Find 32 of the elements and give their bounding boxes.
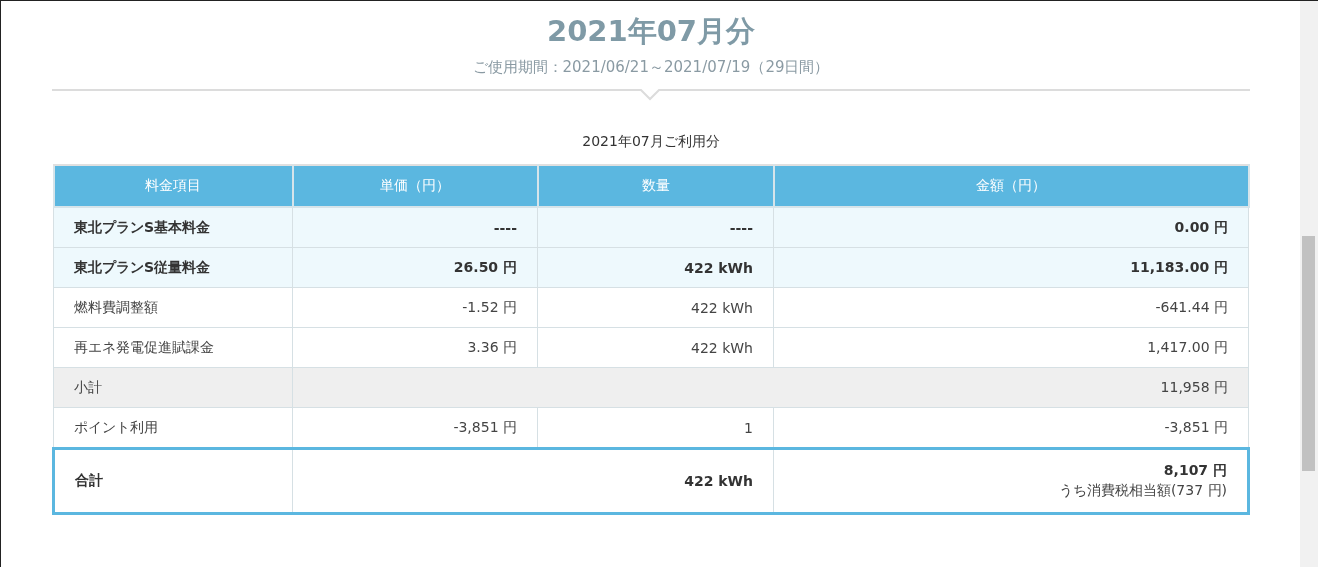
table-cell: 1,417.00 円 (773, 327, 1249, 368)
table-cell: 422 kWh (537, 247, 774, 288)
table-cell: 422 kWh (537, 287, 774, 328)
table-cell: 再エネ発電促進賦課金 (53, 327, 293, 368)
scrollbar-thumb[interactable] (1302, 236, 1315, 471)
table-cell: 11,958 円 (292, 367, 1249, 408)
table-caption: 2021年07月ご利用分 (582, 132, 720, 151)
table-cell: -1.52 円 (292, 287, 538, 328)
table-cell: ---- (537, 207, 774, 248)
tax-note: うち消費税相当額(737 円) (1057, 482, 1227, 500)
column-header: 料金項目 (53, 165, 293, 207)
table-cell: 11,183.00 円 (773, 247, 1249, 288)
table-cell: 小計 (53, 367, 293, 408)
table-cell: 東北プランS基本料金 (53, 207, 293, 248)
column-header: 数量 (537, 165, 774, 207)
table-cell: 東北プランS従量料金 (53, 247, 293, 288)
table-cell: 合計 (53, 448, 293, 514)
column-header: 単価（円） (292, 165, 538, 207)
table-cell: 26.50 円 (292, 247, 538, 288)
scrollbar[interactable] (1300, 1, 1318, 567)
usage-period: ご使用期間：2021/06/21～2021/07/19（29日間） (472, 57, 830, 77)
table-cell: 422 kWh (537, 327, 774, 368)
table-cell: 0.00 円 (773, 207, 1249, 248)
page-title: 2021年07月分 (546, 13, 756, 49)
total-amount: 8,107 円 (1162, 462, 1227, 480)
column-header: 金額（円） (773, 165, 1249, 207)
table-cell: 422 kWh (292, 448, 774, 514)
table-cell: ポイント利用 (53, 407, 293, 449)
table-cell: 3.36 円 (292, 327, 538, 368)
table-cell: ---- (292, 207, 538, 248)
table-cell: -641.44 円 (773, 287, 1249, 328)
table-cell: 燃料費調整額 (53, 287, 293, 328)
